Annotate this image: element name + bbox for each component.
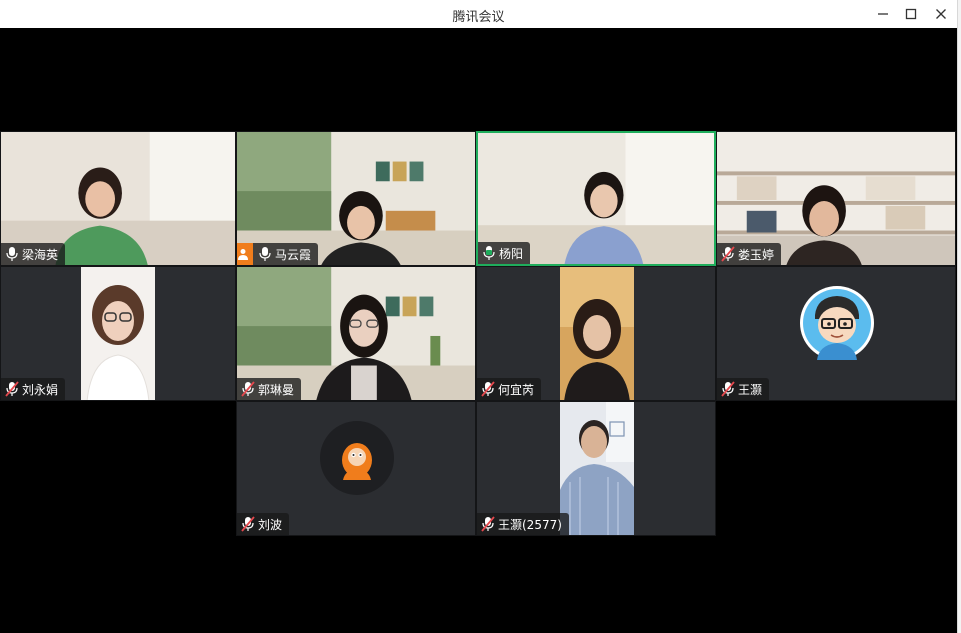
participant-label: 郭琳曼 <box>237 378 302 400</box>
window-title: 腾讯会议 <box>452 10 505 25</box>
participant-name: 马云霞 <box>275 247 312 262</box>
video-tile-8[interactable]: 王灏 <box>716 266 956 401</box>
participant-name: 王灏(2577) <box>498 517 562 532</box>
minimize-icon <box>878 13 888 15</box>
microphone-muted-icon <box>5 381 19 397</box>
microphone-muted-icon <box>241 381 255 397</box>
video-tile-10[interactable]: 王灏(2577) <box>476 401 716 536</box>
participant-label: 娄玉婷 <box>717 243 782 265</box>
microphone-muted-icon <box>721 381 735 397</box>
microphone-muted-icon <box>241 516 255 532</box>
cartoon-boy-glasses-avatar <box>800 286 874 360</box>
maximize-button[interactable] <box>900 4 922 24</box>
participant-label: 王灏 <box>717 378 770 400</box>
microphone-icon <box>259 247 271 261</box>
cartoon-orange-hood-avatar <box>320 421 394 495</box>
participant-name: 刘波 <box>258 517 283 532</box>
participant-name: 郭琳曼 <box>258 382 295 397</box>
microphone-muted-icon <box>481 381 495 397</box>
video-grid: 梁海英 马云霞 杨阳 娄玉婷 刘永娟 郭琳曼 何宜芮 王灏 刘波 王灏(2577… <box>0 28 957 633</box>
minimize-button[interactable] <box>872 4 894 24</box>
video-tile-6[interactable]: 郭琳曼 <box>236 266 476 401</box>
participant-name: 杨阳 <box>499 246 524 261</box>
video-tile-7[interactable]: 何宜芮 <box>476 266 716 401</box>
participant-label: 杨阳 <box>478 242 531 264</box>
host-person-icon <box>238 249 248 260</box>
participant-video <box>81 267 155 400</box>
participant-video <box>560 402 634 535</box>
video-tile-3[interactable]: 杨阳 <box>476 131 716 266</box>
participant-label: 马云霞 <box>237 243 319 265</box>
video-tile-2[interactable]: 马云霞 <box>236 131 476 266</box>
close-icon <box>936 9 946 19</box>
participant-name: 刘永娟 <box>22 382 59 397</box>
video-tile-4[interactable]: 娄玉婷 <box>716 131 956 266</box>
participant-name: 娄玉婷 <box>738 247 775 262</box>
microphone-muted-icon <box>481 516 495 532</box>
participant-name: 王灏 <box>738 382 763 397</box>
title-bar: 腾讯会议 <box>0 0 957 28</box>
participant-label: 梁海英 <box>1 243 66 265</box>
video-tile-9[interactable]: 刘波 <box>236 401 476 536</box>
microphone-icon <box>6 247 18 261</box>
participant-label: 刘永娟 <box>1 378 66 400</box>
microphone-active-icon <box>483 246 495 260</box>
video-tile-1[interactable]: 梁海英 <box>0 131 236 266</box>
close-button[interactable] <box>930 4 952 24</box>
participant-video <box>560 267 634 400</box>
video-tile-5[interactable]: 刘永娟 <box>0 266 236 401</box>
participant-label: 何宜芮 <box>477 378 542 400</box>
participant-label: 刘波 <box>237 513 290 535</box>
microphone-muted-icon <box>721 246 735 262</box>
window-edge <box>957 0 961 633</box>
participant-label: 王灏(2577) <box>477 513 569 535</box>
host-badge <box>237 243 253 265</box>
maximize-icon <box>905 8 917 20</box>
participant-name: 何宜芮 <box>498 382 535 397</box>
participant-name: 梁海英 <box>22 247 59 262</box>
